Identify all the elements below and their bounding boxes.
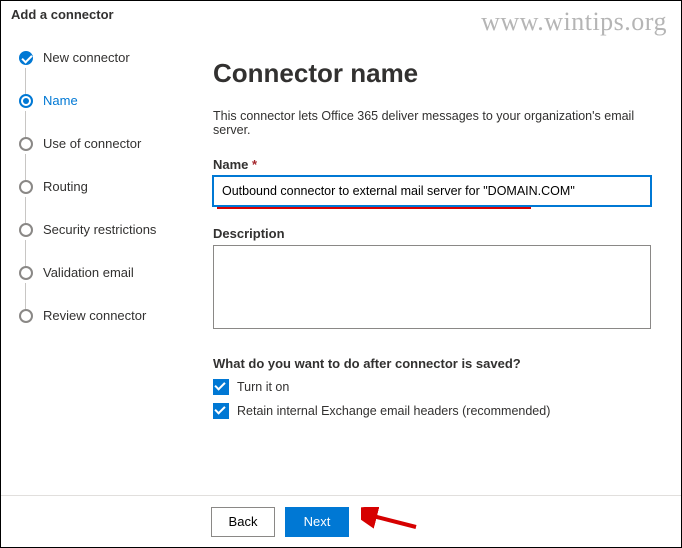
annotation-underline	[217, 207, 531, 209]
page-intro-text: This connector lets Office 365 deliver m…	[213, 109, 651, 137]
checkbox-retain-headers[interactable]: Retain internal Exchange email headers (…	[213, 403, 651, 419]
step-label: New connector	[43, 50, 130, 65]
back-button[interactable]: Back	[211, 507, 275, 537]
step-label: Security restrictions	[43, 222, 156, 237]
step-new-connector[interactable]: New connector	[19, 50, 191, 65]
step-routing: Routing	[19, 179, 191, 194]
step-validation-email: Validation email	[19, 265, 191, 280]
step-current-icon	[19, 94, 33, 108]
step-security-restrictions: Security restrictions	[19, 222, 191, 237]
dialog-title: Add a connector	[11, 7, 114, 22]
checkbox-label: Retain internal Exchange email headers (…	[237, 404, 550, 418]
connector-description-input[interactable]	[213, 245, 651, 329]
required-asterisk: *	[252, 157, 257, 172]
step-name[interactable]: Name	[19, 93, 191, 108]
description-field-label: Description	[213, 226, 651, 241]
wizard-content: Connector name This connector lets Offic…	[201, 26, 681, 492]
checkbox-turn-it-on[interactable]: Turn it on	[213, 379, 651, 395]
connector-name-input[interactable]	[213, 176, 651, 206]
name-label-text: Name	[213, 157, 248, 172]
page-heading: Connector name	[213, 58, 651, 89]
step-use-of-connector: Use of connector	[19, 136, 191, 151]
step-label: Routing	[43, 179, 88, 194]
checkbox-checked-icon	[213, 379, 229, 395]
name-field-label: Name *	[213, 157, 651, 172]
step-review-connector: Review connector	[19, 308, 191, 323]
step-upcoming-icon	[19, 180, 33, 194]
checkbox-label: Turn it on	[237, 380, 289, 394]
wizard-steps-sidebar: New connector Name Use of connector Rout…	[1, 26, 201, 492]
after-saved-label: What do you want to do after connector i…	[213, 356, 651, 371]
step-label: Name	[43, 93, 78, 108]
wizard-footer: Back Next	[1, 495, 681, 547]
step-label: Validation email	[43, 265, 134, 280]
step-upcoming-icon	[19, 309, 33, 323]
step-upcoming-icon	[19, 266, 33, 280]
step-label: Review connector	[43, 308, 146, 323]
step-upcoming-icon	[19, 223, 33, 237]
checkbox-checked-icon	[213, 403, 229, 419]
step-label: Use of connector	[43, 136, 141, 151]
step-completed-icon	[19, 51, 33, 65]
step-upcoming-icon	[19, 137, 33, 151]
dialog-header: Add a connector	[1, 1, 681, 26]
next-button[interactable]: Next	[285, 507, 349, 537]
